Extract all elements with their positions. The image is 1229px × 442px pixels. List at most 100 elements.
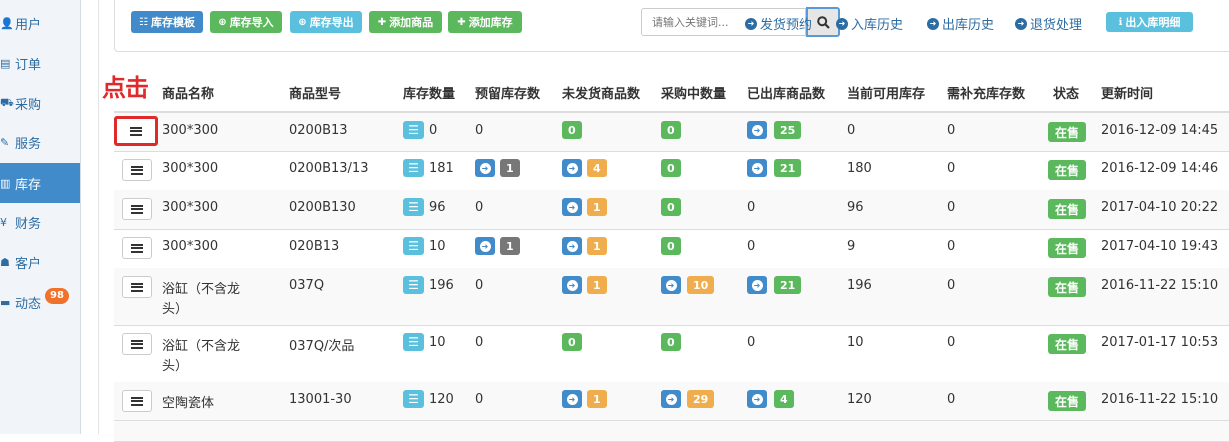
toolbar-link-0[interactable]: ➜ 发货预约 [745, 14, 812, 33]
go-button[interactable]: ➜ [747, 390, 767, 408]
sidebar-item-7[interactable]: ▬ 动态 98 [0, 282, 80, 322]
stock-list-button[interactable]: ☰ [403, 276, 424, 294]
column-header: 需补充库存数 [947, 87, 1026, 102]
sidebar-item-0[interactable]: 👤 用户 [0, 3, 80, 43]
product-name: 300*300 [162, 161, 219, 176]
list-icon [131, 204, 143, 214]
status-badge: 在售 [1048, 122, 1087, 142]
available-stock: 120 [847, 392, 872, 407]
upload-icon: ⊕ [218, 16, 227, 28]
arrow-circle-icon: ➜ [745, 17, 757, 30]
toolbar-link-3[interactable]: ➜ 退货处理 [1015, 14, 1082, 33]
toolbar-link-1[interactable]: ➜ 入库历史 [836, 14, 903, 33]
sidebar-item-6[interactable]: ☗ 客户 [0, 242, 80, 282]
reserved-stock: 0 [475, 123, 484, 138]
updated-time: 2016-12-09 14:45 [1101, 123, 1219, 138]
go-button[interactable]: ➜ [747, 276, 767, 294]
go-button[interactable]: ➜ [562, 237, 582, 255]
column-header: 预留库存数 [475, 87, 541, 102]
toolbar-link-2[interactable]: ➜ 出库历史 [927, 14, 994, 33]
arrow-right-icon: ➜ [566, 279, 578, 291]
toolbar-button-2[interactable]: ⊕ 库存导出 [290, 11, 362, 33]
replenish-count: 0 [947, 161, 956, 176]
stock-list-button[interactable]: ☰ [403, 237, 424, 255]
status-badge: 在售 [1048, 277, 1087, 297]
toolbar-button-3[interactable]: ✚ 添加商品 [369, 11, 442, 33]
info-icon: ℹ [1118, 16, 1123, 28]
product-name: 300*300 [162, 239, 219, 254]
replenish-count: 0 [947, 392, 956, 407]
go-button[interactable]: ➜ [562, 276, 582, 294]
toolbar-button-1[interactable]: ⊕ 库存导入 [210, 11, 282, 33]
product-name: 头） [162, 302, 189, 317]
replenish-count: 0 [947, 278, 956, 293]
go-button[interactable]: ➜ [747, 121, 767, 139]
reserved-stock: 0 [475, 200, 484, 215]
go-button[interactable]: ➜ [661, 276, 681, 294]
unshipped-count: 0 [562, 121, 582, 139]
row-menu-button[interactable] [122, 333, 152, 355]
toolbar: ☷库存模板 ⊕库存导入 ⊕库存导出 ✚添加商品 ✚添加库存 ➜发货预约 ➜入库历史 ➜出库历… [114, 0, 1229, 52]
list-icon: ☰ [408, 239, 419, 253]
arrow-right-icon: ➜ [751, 162, 763, 174]
yen-icon: ¥ [0, 215, 7, 229]
available-stock: 180 [847, 161, 872, 176]
sidebar-item-3[interactable]: ✎ 服务 [0, 122, 80, 162]
purchasing-count: 29 [687, 390, 715, 408]
shipped-count: 21 [774, 276, 802, 294]
wrench-icon: ✎ [0, 135, 10, 149]
go-button[interactable]: ➜ [475, 237, 495, 255]
available-stock: 9 [847, 239, 856, 254]
row-menu-button[interactable] [114, 116, 158, 146]
detail-button[interactable]: ℹ 出入库明细 [1106, 12, 1193, 32]
stock-list-button[interactable]: ☰ [403, 159, 424, 177]
go-button[interactable]: ➜ [562, 390, 582, 408]
arrow-right-icon: ➜ [566, 162, 578, 174]
status-badge: 在售 [1048, 199, 1087, 219]
arrow-right-icon: ➜ [665, 279, 677, 291]
row-menu-button[interactable] [122, 390, 152, 412]
purchasing-count: 0 [661, 159, 681, 177]
arrow-right-icon: ➜ [566, 393, 578, 405]
arrow-circle-icon: ➜ [836, 17, 848, 30]
click-annotation: 点击 [102, 74, 149, 102]
download-icon: ⊕ [298, 16, 307, 28]
toolbar-button-0[interactable]: ☷ 库存模板 [131, 11, 203, 33]
list-icon: ☰ [408, 200, 419, 214]
go-button[interactable]: ➜ [661, 390, 681, 408]
product-name: 300*300 [162, 200, 219, 215]
stock-list-button[interactable]: ☰ [403, 333, 424, 351]
available-stock: 196 [847, 278, 872, 293]
go-button[interactable]: ➜ [562, 159, 582, 177]
toolbar-button-4[interactable]: ✚ 添加库存 [448, 11, 522, 33]
sidebar-item-2[interactable]: ⛟ 采购 [0, 83, 80, 123]
replenish-count: 0 [947, 200, 956, 215]
list-icon [131, 282, 143, 292]
sidebar-item-1[interactable]: ▤ 订单 [0, 43, 80, 83]
list-icon: ☰ [408, 335, 419, 349]
status-badge: 在售 [1048, 160, 1087, 180]
row-menu-button[interactable] [122, 159, 152, 181]
notification-badge: 98 [45, 288, 69, 304]
row-menu-button[interactable] [122, 276, 152, 298]
row-menu-button[interactable] [122, 237, 152, 259]
stock-list-button[interactable]: ☰ [403, 198, 424, 216]
arrow-right-icon: ➜ [479, 162, 491, 174]
shipped-count: 0 [747, 200, 756, 215]
sidebar-item-4[interactable]: ▥ 库存 [0, 163, 80, 203]
go-button[interactable]: ➜ [747, 159, 767, 177]
list-icon [131, 396, 143, 406]
go-button[interactable]: ➜ [562, 198, 582, 216]
go-button[interactable]: ➜ [475, 159, 495, 177]
stock-list-button[interactable]: ☰ [403, 390, 424, 408]
row-menu-button[interactable] [122, 198, 152, 220]
shipped-count: 0 [747, 239, 756, 254]
table-row: 300*300 020B13 ☰ 10 ➜ 1 ➜ 1 0 0 9 0 在售 2017-04-10 19:… [114, 229, 1229, 269]
stock-list-button[interactable]: ☰ [403, 121, 424, 139]
reserved-stock: 0 [475, 335, 484, 350]
sidebar-item-5[interactable]: ¥ 财务 [0, 202, 80, 242]
status-badge: 在售 [1048, 334, 1087, 354]
list-icon: ☰ [408, 123, 419, 137]
unshipped-count: 1 [587, 390, 607, 408]
table-row: 空陶瓷体 13001-30 ☰ 120 0 ➜ 1 ➜ 29 ➜ 4 120 0 在售 2016-11-22… [114, 382, 1229, 421]
